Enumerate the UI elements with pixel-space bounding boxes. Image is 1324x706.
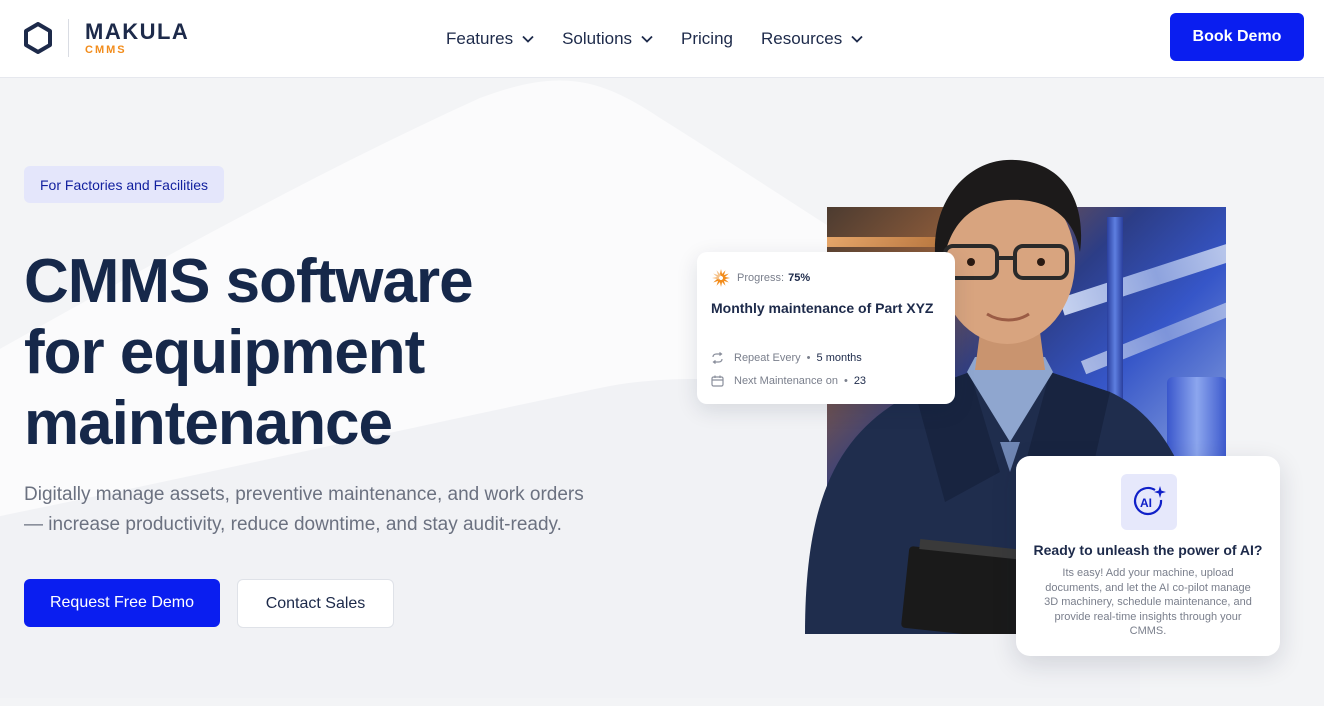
separator-dot: • xyxy=(806,352,811,364)
repeat-label: Repeat Every xyxy=(734,352,801,364)
main-nav: Features Solutions Pricing Resources xyxy=(446,0,891,78)
ai-icon-text: AI xyxy=(1140,496,1152,510)
ai-promo-card[interactable]: AI Ready to unleash the power of AI? Its… xyxy=(1016,456,1280,656)
maintenance-progress-card[interactable]: Progress: 75% Monthly maintenance of Par… xyxy=(697,252,955,404)
separator-dot: • xyxy=(843,375,848,387)
progress-value: 75% xyxy=(788,272,811,284)
progress-status: Progress: 75% xyxy=(711,268,810,288)
calendar-icon xyxy=(711,375,724,387)
hexagon-logo-icon xyxy=(24,22,52,54)
brand-logo[interactable]: MAKULA CMMS xyxy=(24,18,189,58)
repeat-value: 5 months xyxy=(816,352,862,364)
ai-sparkle-icon: AI xyxy=(1121,474,1177,530)
brand-sub: CMMS xyxy=(85,43,127,56)
chevron-down-icon xyxy=(641,35,653,43)
repeat-icon xyxy=(712,352,723,364)
repeat-row: Repeat Every • 5 months xyxy=(711,352,862,364)
progress-label: Progress: xyxy=(737,272,785,284)
chevron-down-icon xyxy=(851,35,863,43)
nav-item-resources[interactable]: Resources xyxy=(761,29,863,49)
nav-item-solutions[interactable]: Solutions xyxy=(562,29,653,49)
hero-section: For Factories and Facilities CMMS softwa… xyxy=(0,78,1324,706)
ai-card-title: Ready to unleash the power of AI? xyxy=(1033,542,1263,558)
maintenance-task-title: Monthly maintenance of Part XYZ xyxy=(711,300,934,316)
nav-item-label: Pricing xyxy=(681,29,733,48)
subtext-line: — increase productivity, reduce downtime… xyxy=(24,514,562,535)
hero-headline: CMMS software for equipment maintenance xyxy=(24,246,644,459)
next-maintenance-row: Next Maintenance on • 23 xyxy=(711,375,866,387)
nav-item-label: Solutions xyxy=(562,29,633,48)
book-demo-button[interactable]: Book Demo xyxy=(1170,13,1304,61)
brand-name: MAKULA xyxy=(85,18,190,44)
chevron-down-icon xyxy=(522,35,534,43)
logo-divider xyxy=(68,19,69,57)
next-maintenance-value: 23 xyxy=(853,375,867,387)
nav-item-label: Resources xyxy=(761,29,843,48)
nav-item-label: Features xyxy=(446,29,514,48)
audience-badge: For Factories and Facilities xyxy=(24,166,225,203)
contact-sales-button[interactable]: Contact Sales xyxy=(237,579,394,628)
request-demo-button[interactable]: Request Free Demo xyxy=(24,579,220,627)
nav-item-pricing[interactable]: Pricing xyxy=(681,29,733,49)
headline-line: maintenance xyxy=(24,389,393,458)
ai-card-body: Its easy! Add your machine, upload docum… xyxy=(1044,567,1252,637)
headline-line: CMMS software xyxy=(24,247,474,316)
subtext-line: Digitally manage assets, preventive main… xyxy=(24,484,584,505)
next-maintenance-label: Next Maintenance on xyxy=(734,375,838,387)
headline-line: for equipment xyxy=(24,318,425,387)
progress-sunburst-icon xyxy=(712,269,730,287)
logo-wordmark: MAKULA CMMS xyxy=(85,18,190,56)
ai-badge-icon: AI xyxy=(1133,486,1166,516)
hero-subtext: Digitally manage assets, preventive main… xyxy=(24,480,654,540)
nav-item-features[interactable]: Features xyxy=(446,29,534,49)
site-header: MAKULA CMMS Features Solutions Pricing R… xyxy=(0,0,1324,78)
